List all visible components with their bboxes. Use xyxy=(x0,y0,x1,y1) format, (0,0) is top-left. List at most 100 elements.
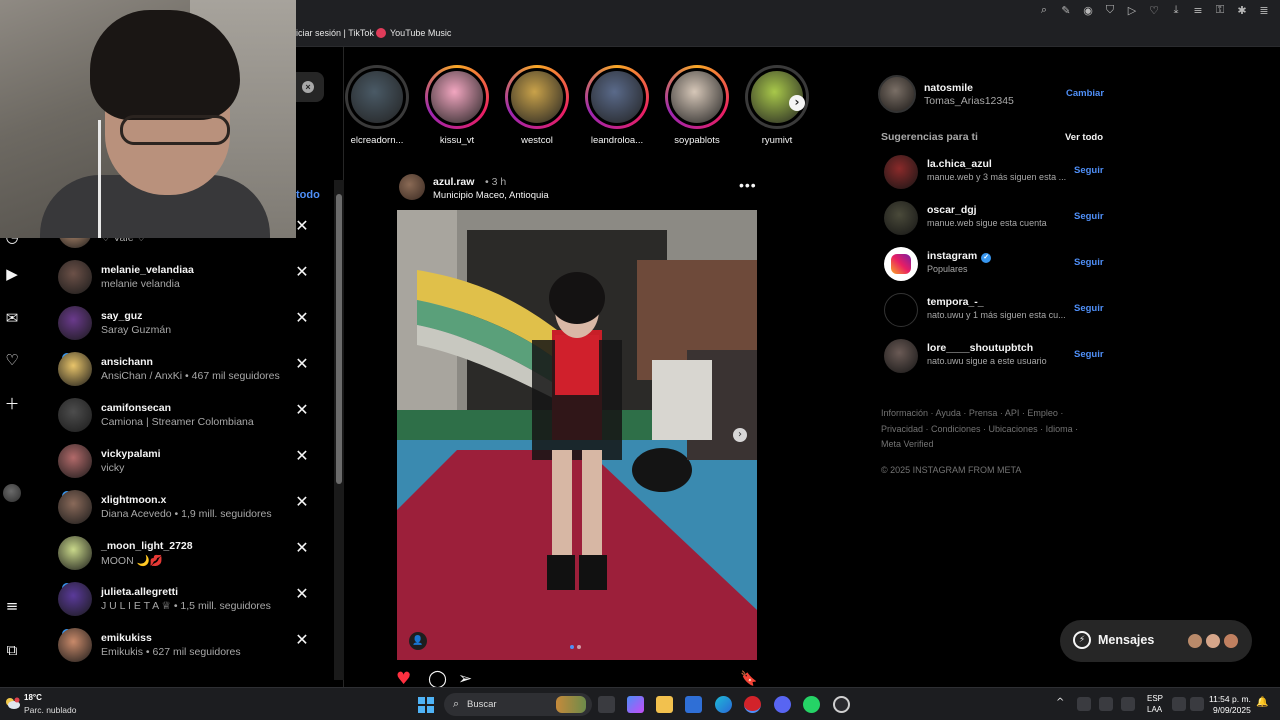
opera-icon[interactable] xyxy=(744,696,761,713)
input-layout[interactable]: LAA xyxy=(1147,705,1162,714)
switch-account-button[interactable]: Cambiar xyxy=(1066,88,1104,99)
search-result-row[interactable]: emikukiss✓Emikukis • 627 mil seguidores✕ xyxy=(58,622,318,668)
search-result-row[interactable]: xlightmoon.x✓Diana Acevedo • 1,9 mill. s… xyxy=(58,484,318,530)
scrollbar-thumb[interactable] xyxy=(336,194,342,484)
remove-result-icon[interactable]: ✕ xyxy=(294,402,310,418)
zoom-icon[interactable]: ⌕ xyxy=(1036,2,1052,18)
follow-button[interactable]: Seguir xyxy=(1074,349,1104,360)
profile-avatar[interactable] xyxy=(3,484,21,502)
shield-icon[interactable]: ⛉ xyxy=(1102,2,1118,18)
stories-next-icon[interactable]: › xyxy=(789,95,805,111)
remove-result-icon[interactable]: ✕ xyxy=(294,218,310,234)
copilot-icon[interactable] xyxy=(627,696,644,713)
extension-icon[interactable]: ✱ xyxy=(1234,2,1250,18)
edit-icon[interactable]: ✎ xyxy=(1058,2,1074,18)
browser-menu-icon[interactable]: ≣ xyxy=(1256,2,1272,18)
suggestion-avatar[interactable] xyxy=(884,155,918,189)
whatsapp-icon[interactable] xyxy=(803,696,820,713)
bookmark-youtube-music[interactable]: YouTube Music xyxy=(376,28,451,38)
edge-icon[interactable] xyxy=(715,696,732,713)
discord-icon[interactable] xyxy=(774,696,791,713)
clear-all-link[interactable]: todo xyxy=(296,189,320,201)
sync-icon[interactable] xyxy=(1077,697,1091,711)
post-author-avatar[interactable] xyxy=(399,174,425,200)
suggestion-username[interactable]: tempora_-_ xyxy=(927,296,984,308)
suggestion-username[interactable]: oscar_dgj xyxy=(927,204,977,216)
more-menu-icon[interactable]: ≡ xyxy=(2,596,22,616)
download-icon[interactable]: ⤓ xyxy=(1168,2,1184,18)
account-username[interactable]: natosmile xyxy=(924,82,973,94)
camera-icon[interactable]: ◉ xyxy=(1080,2,1096,18)
suggestion-username[interactable]: instagram ✓ xyxy=(927,250,992,263)
bookmark-tiktok[interactable]: iciar sesión | TikTok xyxy=(296,28,374,38)
heart-icon[interactable]: ♡ xyxy=(1146,2,1162,18)
remove-result-icon[interactable]: ✕ xyxy=(294,586,310,602)
search-result-row[interactable]: say_guz Saray Guzmán ✕ xyxy=(58,300,318,346)
follow-button[interactable]: Seguir xyxy=(1074,303,1104,314)
see-all-link[interactable]: Ver todo xyxy=(1065,132,1103,143)
clock-date[interactable]: 9/09/2025 xyxy=(1213,705,1251,715)
tagged-users-icon[interactable]: 👤 xyxy=(409,632,427,650)
post-image[interactable] xyxy=(397,210,757,660)
follow-button[interactable]: Seguir xyxy=(1074,257,1104,268)
share-icon[interactable]: ➢ xyxy=(458,670,472,688)
post-next-image-icon[interactable]: › xyxy=(733,428,747,442)
like-heart-icon[interactable]: ♥ xyxy=(396,670,411,688)
store-icon[interactable] xyxy=(685,696,702,713)
threads-icon[interactable]: ⧉ xyxy=(2,640,22,660)
remove-result-icon[interactable]: ✕ xyxy=(294,632,310,648)
volume-icon[interactable] xyxy=(1190,697,1204,711)
more-options-icon[interactable]: ••• xyxy=(739,178,757,192)
search-result-row[interactable]: camifonsecan Camiona | Streamer Colombian… xyxy=(58,392,318,438)
story-item[interactable]: elcreadorn... xyxy=(344,64,410,150)
menu-icon[interactable]: ≡ xyxy=(1190,2,1206,18)
remove-result-icon[interactable]: ✕ xyxy=(294,356,310,372)
remove-result-icon[interactable]: ✕ xyxy=(294,264,310,280)
search-result-row[interactable]: melanie_velandiaa melanie velandia ✕ xyxy=(58,254,318,300)
clock-time[interactable]: 11:54 p. m. xyxy=(1209,694,1251,704)
remove-result-icon[interactable]: ✕ xyxy=(294,448,310,464)
save-bookmark-icon[interactable]: 🔖 xyxy=(740,670,757,688)
input-language[interactable]: ESP xyxy=(1147,694,1163,703)
suggestion-avatar[interactable] xyxy=(884,293,918,327)
messenger-icon[interactable]: ✉ xyxy=(2,308,22,328)
suggestion-username[interactable]: la.chica_azul xyxy=(927,158,992,170)
clear-search-icon[interactable]: × xyxy=(302,81,314,93)
reels-icon[interactable]: ▶ xyxy=(2,264,22,284)
wifi-icon[interactable] xyxy=(1172,697,1186,711)
taskbar-search[interactable]: ⌕ Buscar xyxy=(444,693,592,716)
lock-icon[interactable]: ⚿ xyxy=(1212,2,1228,18)
post-location[interactable]: Municipio Maceo, Antioquia xyxy=(433,190,549,201)
search-result-row[interactable]: ansichann✓AnsiChan / AnxKi • 467 mil seg… xyxy=(58,346,318,392)
story-item[interactable]: westcol xyxy=(504,64,570,150)
remove-result-icon[interactable]: ✕ xyxy=(294,540,310,556)
search-result-row[interactable]: julieta.allegretti✓J U L I E T A ♕ • 1,5… xyxy=(58,576,318,622)
task-view-icon[interactable] xyxy=(598,696,615,713)
follow-button[interactable]: Seguir xyxy=(1074,211,1104,222)
suggestion-avatar[interactable] xyxy=(884,339,918,373)
suggestion-avatar[interactable] xyxy=(884,247,918,281)
follow-button[interactable]: Seguir xyxy=(1074,165,1104,176)
notifications-heart-icon[interactable]: ♡ xyxy=(2,350,22,370)
network-icon[interactable] xyxy=(1099,697,1113,711)
suggestion-avatar[interactable] xyxy=(884,201,918,235)
windows-start-icon[interactable] xyxy=(418,697,434,713)
search-result-row[interactable]: _moon_light_2728 MOON 🌙💋 ✕ xyxy=(58,530,318,576)
file-explorer-icon[interactable] xyxy=(656,696,673,713)
microphone-icon[interactable] xyxy=(1121,697,1135,711)
suggestion-username[interactable]: lore____shoutupbtch xyxy=(927,342,1033,354)
post-author-username[interactable]: azul.raw xyxy=(433,176,474,188)
footer-links[interactable]: Información · Ayuda · Prensa · API · Emp… xyxy=(881,406,1091,453)
remove-result-icon[interactable]: ✕ xyxy=(294,494,310,510)
weather-temperature[interactable]: 18°C xyxy=(24,693,42,702)
scrollbar[interactable] xyxy=(334,180,344,680)
story-item[interactable]: soypablots xyxy=(664,64,730,150)
notification-bell-icon[interactable]: 🔔 xyxy=(1256,697,1268,708)
create-icon[interactable]: ＋ xyxy=(2,394,22,414)
weather-description[interactable]: Parc. nublado xyxy=(24,705,76,715)
play-icon[interactable]: ▷ xyxy=(1124,2,1140,18)
search-result-row[interactable]: vickypalami vicky ✕ xyxy=(58,438,318,484)
settings-icon[interactable] xyxy=(833,696,850,713)
comment-icon[interactable]: ◯ xyxy=(428,670,447,688)
story-item[interactable]: leandroloa... xyxy=(584,64,650,150)
